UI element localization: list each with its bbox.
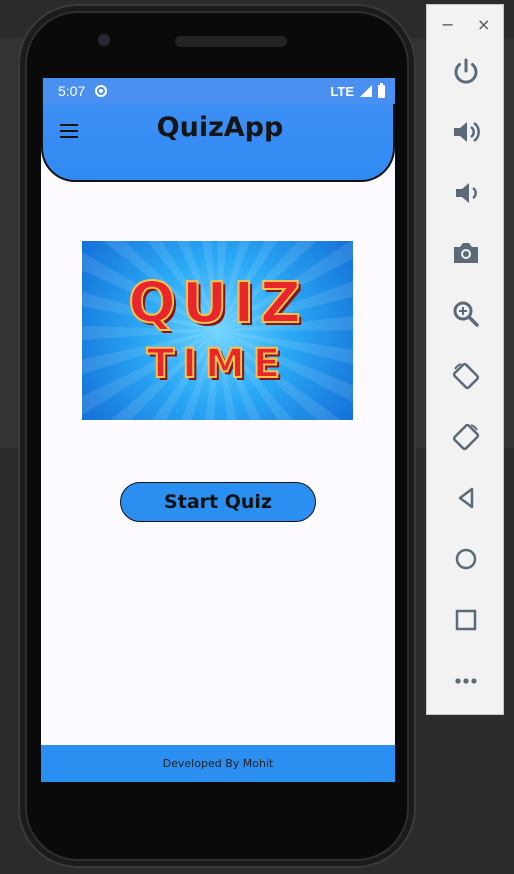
quiz-time-banner-image: QUIZ TIME <box>82 241 353 420</box>
app-title: QuizApp <box>156 112 284 143</box>
power-icon[interactable] <box>446 52 486 92</box>
start-quiz-button[interactable]: Start Quiz <box>120 482 316 522</box>
network-type: LTE <box>330 83 354 99</box>
rotate-right-icon[interactable] <box>446 417 486 457</box>
camera-icon[interactable] <box>446 233 486 273</box>
volume-down-icon[interactable] <box>446 173 486 213</box>
footer-bar: Developed By Mohit <box>41 745 395 782</box>
back-icon[interactable] <box>446 478 486 518</box>
minimize-button[interactable]: − <box>441 15 454 34</box>
signal-icon <box>360 85 372 97</box>
battery-icon <box>378 82 385 98</box>
emulator-toolbar: − × <box>426 4 504 715</box>
rotate-left-icon[interactable] <box>446 356 486 396</box>
status-indicators: LTE <box>330 82 385 99</box>
zoom-icon[interactable] <box>446 294 486 334</box>
status-bar: 5:07 LTE <box>43 78 395 104</box>
banner-text-quiz: QUIZ <box>127 270 307 337</box>
front-camera <box>98 34 110 46</box>
banner-text-time: TIME <box>146 340 289 388</box>
close-button[interactable]: × <box>477 15 490 34</box>
app-screen: 5:07 LTE QuizApp QUIZ TIME Start Quiz De… <box>41 78 395 782</box>
sync-icon <box>95 85 108 97</box>
volume-up-icon[interactable] <box>446 112 486 152</box>
home-icon[interactable] <box>446 539 486 579</box>
footer-credit: Developed By Mohit <box>162 757 274 770</box>
status-time: 5:07 <box>58 83 86 99</box>
app-bar: 5:07 LTE QuizApp <box>41 78 395 182</box>
emulator-phone-frame: 5:07 LTE QuizApp QUIZ TIME Start Quiz De… <box>18 4 416 868</box>
overview-icon[interactable] <box>446 600 486 640</box>
earpiece-speaker <box>175 36 287 47</box>
more-icon[interactable] <box>446 661 486 701</box>
